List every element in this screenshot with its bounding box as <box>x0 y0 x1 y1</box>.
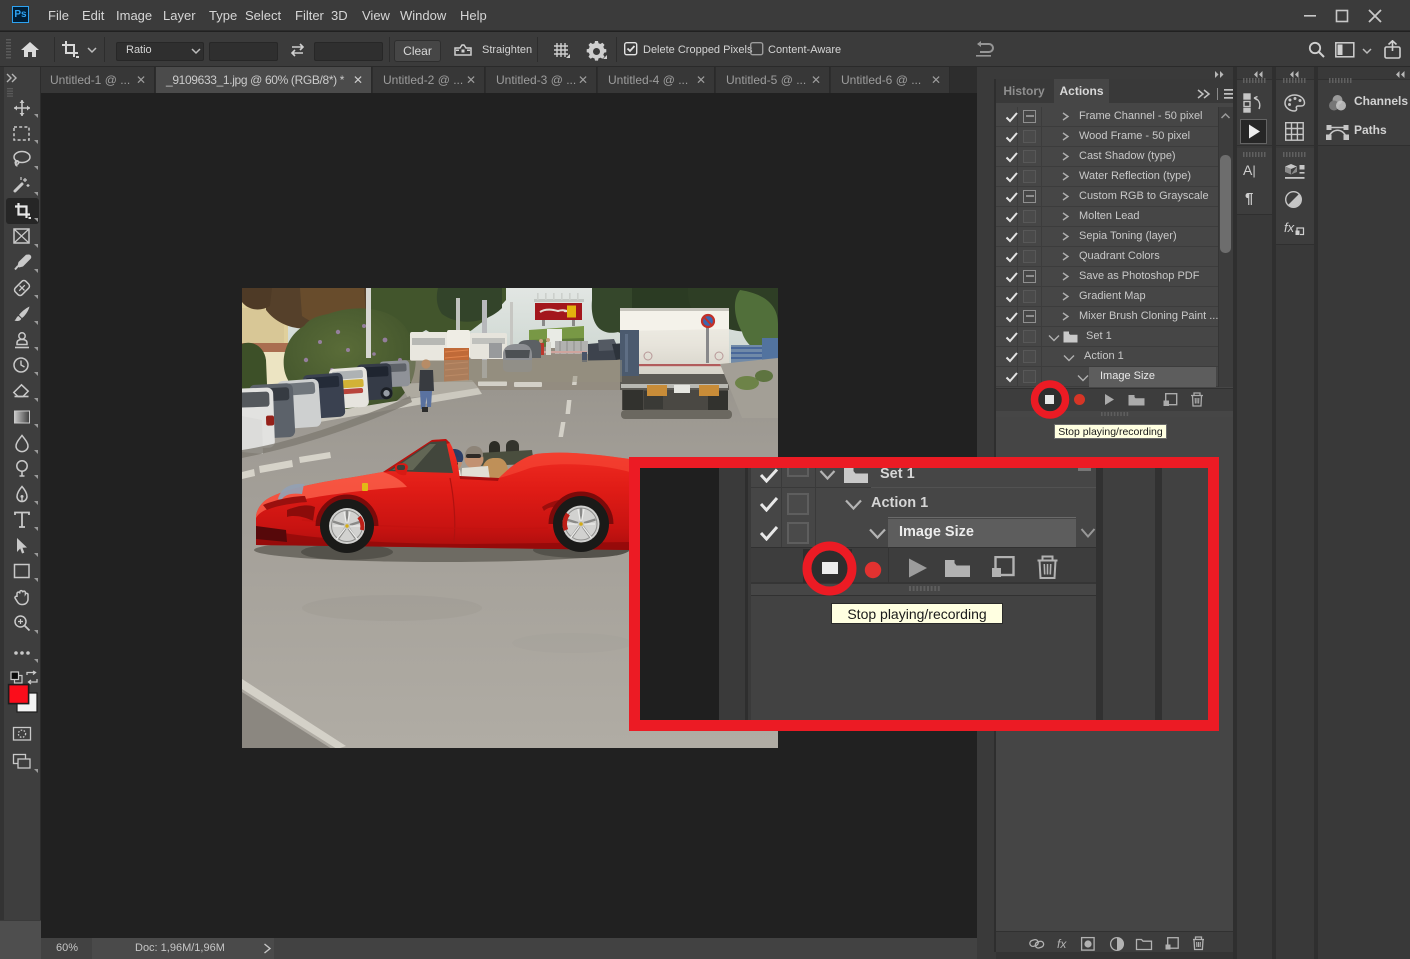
svg-text:fx: fx <box>1057 937 1067 951</box>
svg-text:fx: fx <box>1284 220 1295 235</box>
